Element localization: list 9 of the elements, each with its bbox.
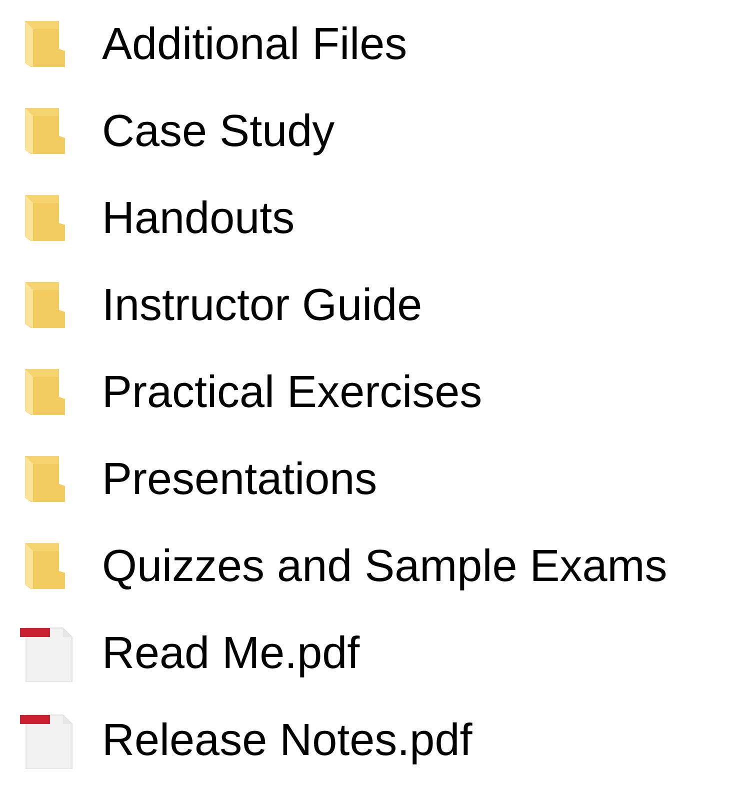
- file-name[interactable]: Practical Exercises: [102, 369, 482, 414]
- file-name[interactable]: Case Study: [102, 108, 335, 153]
- file-name[interactable]: Handouts: [102, 195, 295, 240]
- file-name[interactable]: Read Me.pdf: [102, 630, 360, 675]
- file-name[interactable]: Quizzes and Sample Exams: [102, 543, 668, 588]
- file-name[interactable]: Additional Files: [102, 21, 408, 66]
- file-name[interactable]: Release Notes.pdf: [102, 717, 472, 762]
- file-name[interactable]: Presentations: [102, 456, 378, 501]
- file-name[interactable]: Instructor Guide: [102, 282, 422, 327]
